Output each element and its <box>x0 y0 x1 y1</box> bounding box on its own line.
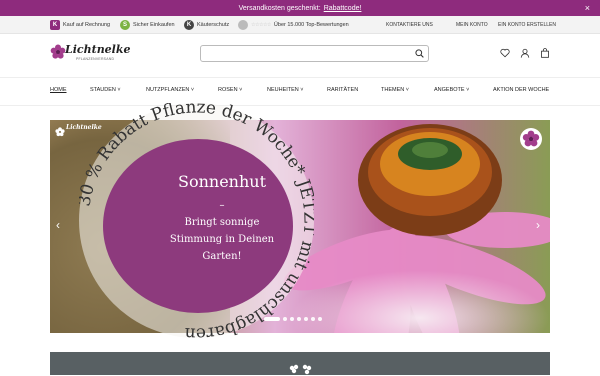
hero-subtitle-line1: Bringt sonnige <box>184 217 260 228</box>
slider-dot[interactable] <box>311 317 315 321</box>
invoice-icon: K <box>50 20 60 30</box>
rating-label: Über 15.000 Top-Bewertungen <box>273 22 349 28</box>
promo-link[interactable]: Rabattcode! <box>324 5 362 12</box>
nav-item-nutzpflanzen[interactable]: NUTZPFLANZEN ˅ <box>146 87 194 93</box>
slider-dot[interactable] <box>283 317 287 321</box>
prev-slide-arrow[interactable]: ‹ <box>56 218 60 232</box>
hero-highlight <box>290 270 550 333</box>
rating-badge-icon <box>238 20 248 30</box>
nav-item-aktion[interactable]: AKTION DER WOCHE <box>493 87 549 93</box>
register-link[interactable]: EIN KONTO ERSTELLEN <box>498 22 556 28</box>
logo-subtitle: PFLANZENVERSAND <box>76 57 115 61</box>
slider-dot[interactable] <box>297 317 301 321</box>
nav-item-themen[interactable]: THEMEN ˅ <box>381 87 409 93</box>
nav-item-angebote[interactable]: ANGEBOTE ˅ <box>434 87 469 93</box>
hero-title: Sonnenhut <box>177 172 266 191</box>
nav-item-home[interactable]: HOME <box>50 87 67 93</box>
hero-dash: – <box>219 200 225 211</box>
hero-subtitle-line3: Garten! <box>202 251 242 262</box>
account-link[interactable]: MEIN KONTO <box>456 22 488 28</box>
logo-name: Lichtnelke <box>65 43 131 56</box>
second-banner[interactable] <box>50 352 550 375</box>
search-icon[interactable] <box>415 49 424 58</box>
hero-subtitle: – Bringt sonnige Stimmung in Deinen Gart… <box>134 197 310 265</box>
user-icon[interactable] <box>520 48 530 58</box>
trust-item-protection: K Käuterschutz <box>184 19 229 31</box>
slider-dots <box>264 317 322 321</box>
rating-stars: ☆☆☆☆☆ <box>251 22 271 28</box>
next-slide-arrow[interactable]: › <box>536 218 540 232</box>
slider-dot[interactable] <box>318 317 322 321</box>
flower-badge-icon <box>520 128 542 150</box>
nav-item-neuheiten[interactable]: NEUHEITEN ˅ <box>267 87 304 93</box>
hero-subtitle-line2: Stimmung in Deinen <box>169 234 275 245</box>
nav-item-rosen[interactable]: ROSEN ˅ <box>218 87 242 93</box>
slider-dot-active[interactable] <box>264 317 280 321</box>
flower-logo-icon <box>55 127 65 137</box>
trust-item-invoice: K Kauf auf Rechnung <box>50 19 110 31</box>
promo-text: Versandkosten geschenkt: <box>238 4 321 12</box>
close-icon[interactable]: × <box>585 2 590 14</box>
nav-item-stauden[interactable]: STAUDEN ˅ <box>90 87 121 93</box>
heart-icon[interactable] <box>500 48 510 58</box>
flowers-icon <box>289 364 312 375</box>
trust-item-label: Kauf auf Rechnung <box>63 22 111 28</box>
hero-logo: Lichtnelke <box>55 124 102 142</box>
flower-logo-icon <box>50 44 66 59</box>
logo[interactable]: Lichtnelke PFLANZENVERSAND <box>50 42 130 64</box>
secure-icon: S <box>120 20 130 30</box>
search-input[interactable] <box>200 45 429 62</box>
slider-dot[interactable] <box>304 317 308 321</box>
promo-bar: Versandkosten geschenkt: Rabattcode! × <box>0 0 600 16</box>
trust-bar: K Kauf auf Rechnung S Sicher Einkaufen K… <box>0 16 600 34</box>
nav-item-raritaeten[interactable]: RARITÄTEN <box>327 87 358 93</box>
protection-icon: K <box>184 20 194 30</box>
contact-link[interactable]: KONTAKTIERE UNS <box>386 22 433 28</box>
trust-item-label: Sicher Einkaufen <box>133 22 175 28</box>
trust-item-secure: S Sicher Einkaufen <box>120 19 175 31</box>
cart-icon[interactable] <box>540 48 550 58</box>
main-nav: HOME STAUDEN ˅ NUTZPFLANZEN ˅ ROSEN ˅ NE… <box>0 78 600 106</box>
trust-item-rating: ☆☆☆☆☆ Über 15.000 Top-Bewertungen <box>238 19 349 31</box>
slider-dot[interactable] <box>290 317 294 321</box>
trust-item-label: Käuterschutz <box>197 22 230 28</box>
